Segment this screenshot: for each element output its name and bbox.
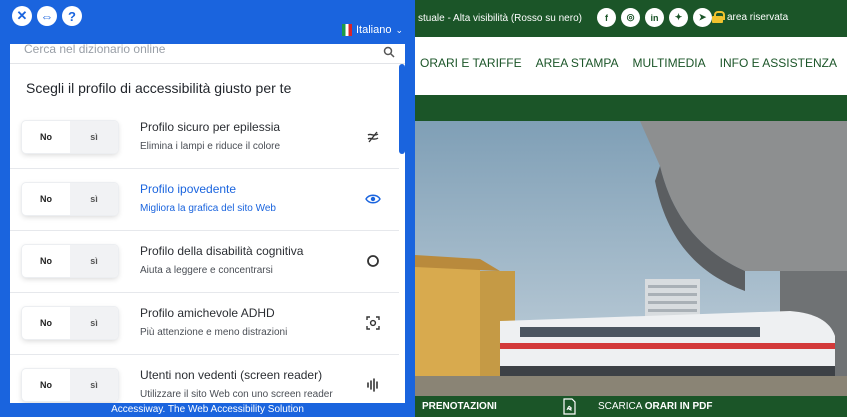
toggle-off-option[interactable]: No [22,121,70,153]
profile-title: Profilo sicuro per epilessia [140,120,281,134]
toggle-on-option[interactable]: sì [70,121,118,153]
panel-header: ✕ ⇔ ? Italiano ⌄ [0,0,415,44]
download-timetable-prefix: SCARICA [598,401,642,412]
nav-orari-tariffe[interactable]: ORARI E TARIFFE [420,56,522,70]
toggle-off-option[interactable]: No [22,245,70,277]
profile-toggle[interactable]: No sì [22,183,118,215]
toggle-on-option[interactable]: sì [70,245,118,277]
profiles-heading: Scegli il profilo di accessibilità giust… [26,80,292,96]
profile-description: Utilizzare il sito Web con uno screen re… [140,389,333,400]
facebook-icon[interactable]: f [597,8,616,27]
italian-flag-icon [342,24,352,36]
toggle-on-option[interactable]: sì [70,183,118,215]
main-navigation: ORARI E TARIFFE AREA STAMPA MULTIMEDIA I… [420,56,837,70]
focus-icon [365,315,381,331]
profile-row-cognitive: No sì Profilo della disabilità cognitiva… [10,231,399,293]
instagram-icon[interactable]: ◎ [621,8,640,27]
nav-info-assistenza[interactable]: INFO E ASSISTENZA [720,56,837,70]
panel-footer[interactable]: Accessiway. The Web Accessibility Soluti… [0,403,415,417]
chevron-down-icon: ⌄ [395,24,404,35]
social-links: f ◎ in ✦ ➤ [597,8,712,27]
profile-toggle[interactable]: No sì [22,121,118,153]
pdf-icon[interactable] [562,398,577,415]
lock-icon [712,11,725,23]
profile-row-low-vision: No sì Profilo ipovedente Migliora la gra… [10,169,399,231]
audio-icon [365,377,381,393]
profile-list: No sì Profilo sicuro per epilessia Elimi… [10,107,399,403]
toggle-on-option[interactable]: sì [70,369,118,401]
profile-title: Profilo della disabilità cognitiva [140,244,304,258]
dictionary-search[interactable]: Cerca nel dizionario online [10,44,405,64]
profile-description: Migliora la grafica del sito Web [140,203,276,214]
toggle-off-option[interactable]: No [22,307,70,339]
accessibility-mode-text[interactable]: stuale - Alta visibilità (Rosso su nero) [418,13,582,24]
toggle-off-option[interactable]: No [22,369,70,401]
profile-toggle[interactable]: No sì [22,307,118,339]
no-flash-icon [365,129,381,145]
search-placeholder: Cerca nel dizionario online [24,44,166,56]
profile-row-screen-reader: No sì Utenti non vedenti (screen reader)… [10,355,399,403]
toggle-off-option[interactable]: No [22,183,70,215]
language-selector[interactable]: Italiano ⌄ [342,24,403,36]
profile-description: Elimina i lampi e riduce il colore [140,141,281,152]
nav-multimedia[interactable]: MULTIMEDIA [633,56,706,70]
profile-row-adhd: No sì Profilo amichevole ADHD Più attenz… [10,293,399,355]
search-icon[interactable] [383,46,395,58]
reserved-area-label: area riservata [727,11,789,23]
profile-title: Profilo amichevole ADHD [140,306,275,320]
prenotazioni-link[interactable]: PRENOTAZIONI [422,401,497,412]
circle-icon [365,253,381,269]
telegram-icon[interactable]: ➤ [693,8,712,27]
eye-icon [365,191,381,207]
linkedin-icon[interactable]: in [645,8,664,27]
accessibility-panel: ✕ ⇔ ? Italiano ⌄ Cerca nel dizionario on… [0,0,415,417]
toggle-on-option[interactable]: sì [70,307,118,339]
profile-description: Aiuta a leggere e concentrarsi [140,265,273,276]
download-timetable-bold: ORARI IN PDF [644,401,713,412]
profile-toggle[interactable]: No sì [22,245,118,277]
profile-toggle[interactable]: No sì [22,369,118,401]
profile-description: Più attenzione e meno distrazioni [140,327,288,338]
download-timetable-link[interactable]: SCARICA ORARI IN PDF [598,401,712,412]
close-icon[interactable]: ✕ [12,6,32,26]
scrollbar-thumb[interactable] [399,64,405,154]
profile-row-epilepsy: No sì Profilo sicuro per epilessia Elimi… [10,107,399,169]
profile-title: Utenti non vedenti (screen reader) [140,368,323,382]
reserved-area-link[interactable]: area riservata [712,11,788,23]
language-label: Italiano [356,24,392,36]
panel-content: Cerca nel dizionario online Scegli il pr… [10,44,405,403]
profile-title: Profilo ipovedente [140,182,237,196]
nav-area-stampa[interactable]: AREA STAMPA [536,56,619,70]
help-icon[interactable]: ? [62,6,82,26]
move-icon[interactable]: ⇔ [37,6,57,26]
twitter-icon[interactable]: ✦ [669,8,688,27]
